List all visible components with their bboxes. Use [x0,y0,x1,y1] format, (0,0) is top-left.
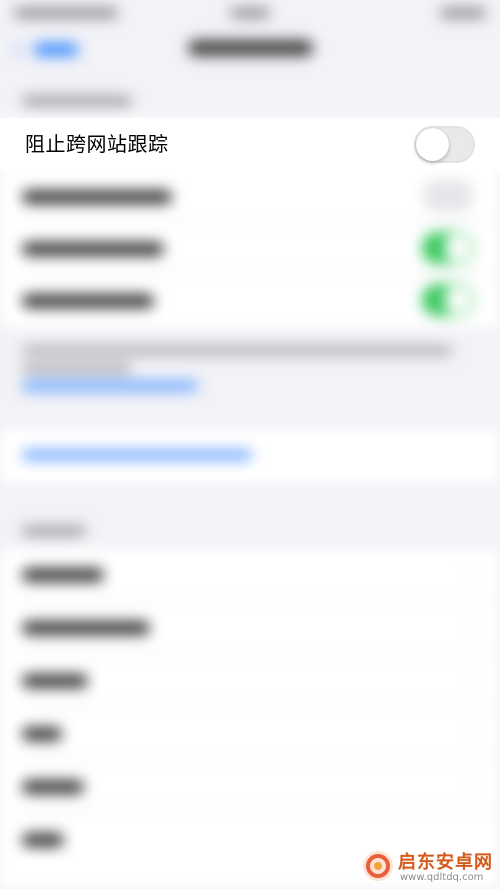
chevron-right-icon: › [466,563,474,584]
status-bar [0,0,500,28]
learn-more-link[interactable] [22,381,198,391]
separator [22,758,500,759]
row-label [22,294,154,308]
row-label [22,674,88,688]
separator [22,811,500,812]
row-label [22,780,84,794]
settings-row[interactable]: › [0,654,500,706]
footer-text [22,346,452,355]
settings-group: › › › › › [0,548,500,889]
action-group [0,428,500,484]
page-title [188,40,313,56]
section-header-privacy [22,96,132,106]
separator [22,599,500,600]
settings-row[interactable] [0,170,500,222]
settings-row[interactable]: › [0,707,500,759]
toggle-knob [444,286,472,314]
toggle-knob [416,128,449,161]
back-label [34,43,78,56]
row-label [22,190,172,204]
watermark: 启东安卓网 www.qdltdq.com [362,846,500,889]
settings-row[interactable]: › [0,548,500,600]
toggle-switch[interactable] [422,284,474,316]
footer-text [22,364,132,373]
chevron-left-icon: ‹ [14,35,24,63]
row-label [22,568,104,582]
clear-data-link[interactable] [22,450,252,460]
watermark-title: 启东安卓网 [398,852,493,873]
back-button[interactable]: ‹ [14,35,82,63]
settings-row[interactable]: › [0,760,500,812]
settings-row[interactable] [0,222,500,274]
settings-row[interactable]: › [0,601,500,653]
separator [22,705,500,706]
row-label [22,242,164,256]
signal-indicator [14,8,118,18]
battery-icon [440,8,486,18]
row-label [22,833,64,847]
row-label [22,727,62,741]
watermark-logo-icon [363,851,393,881]
toggle-switch[interactable] [422,180,474,212]
toggle-switch[interactable] [422,232,474,264]
prevent-cross-site-tracking-toggle[interactable] [414,126,475,163]
row-label [22,621,150,635]
navigation-bar: ‹ [0,28,500,76]
chevron-right-icon: › [466,775,474,796]
settings-row[interactable] [0,274,500,326]
clock [230,8,270,18]
prevent-cross-site-tracking-label: 阻止跨网站跟踪 [25,132,169,156]
chevron-right-icon: › [466,669,474,690]
chevron-right-icon: › [466,616,474,637]
separator [22,652,500,653]
watermark-url: www.qdltdq.com [400,872,484,883]
chevron-right-icon: › [466,722,474,743]
toggle-knob [444,234,472,262]
section-header-settings [22,526,86,536]
